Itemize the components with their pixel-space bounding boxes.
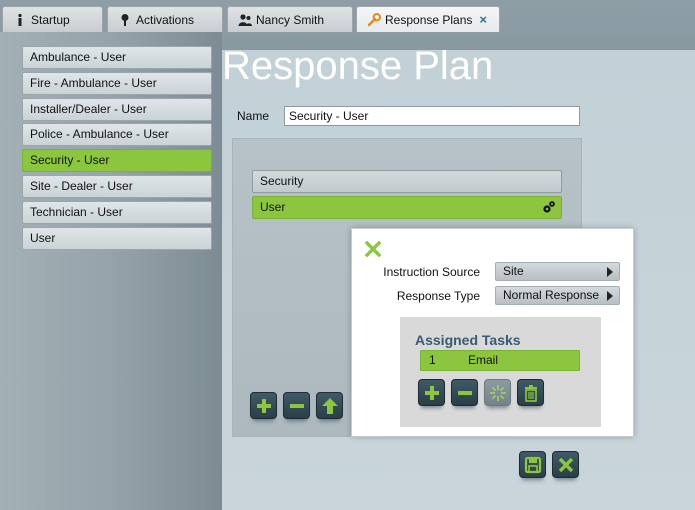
group-item-label: User <box>260 200 286 214</box>
minus-icon <box>457 390 472 395</box>
instruction-source-value: Site <box>503 264 524 278</box>
plan-item-ambulance-user[interactable]: Ambulance - User <box>22 46 212 69</box>
response-type-value: Normal Response <box>503 288 600 302</box>
cancel-button[interactable] <box>552 451 579 478</box>
arrow-up-icon <box>321 397 338 414</box>
pin-icon <box>118 13 132 27</box>
plan-item-security-user[interactable]: Security - User <box>22 149 212 172</box>
minus-icon <box>289 403 304 408</box>
add-task-button[interactable] <box>418 379 445 406</box>
assigned-tasks-panel: Assigned Tasks 1 Email <box>400 317 601 427</box>
task-row[interactable]: 1 Email <box>420 350 580 371</box>
arrow-right-icon <box>607 267 613 277</box>
tab-nancy-smith[interactable]: Nancy Smith <box>227 6 353 32</box>
group-item-user[interactable]: User <box>252 196 562 219</box>
trash-icon <box>524 384 537 402</box>
close-tab-icon[interactable]: × <box>479 12 487 27</box>
plan-item-fire-ambulance-user[interactable]: Fire - Ambulance - User <box>22 72 212 95</box>
plus-icon <box>424 385 439 400</box>
close-icon <box>558 457 573 472</box>
task-number: 1 <box>429 353 436 367</box>
instruction-source-dropdown[interactable]: Site <box>495 262 620 281</box>
instruction-source-label: Instruction Source <box>383 265 480 279</box>
tab-label: Response Plans <box>385 12 473 27</box>
tab-label: Activations <box>136 12 195 27</box>
sparkle-icon <box>489 384 506 401</box>
tab-activations[interactable]: Activations <box>107 6 223 32</box>
save-button[interactable] <box>519 451 546 478</box>
plan-item-site-dealer-user[interactable]: Site - Dealer - User <box>22 175 212 198</box>
remove-group-button[interactable] <box>283 392 310 419</box>
save-icon <box>524 456 541 473</box>
users-icon <box>238 13 252 27</box>
response-type-label: Response Type <box>396 289 480 303</box>
task-name: Email <box>468 353 499 367</box>
wrench-icon <box>367 12 381 27</box>
info-icon <box>13 13 27 27</box>
move-up-button[interactable] <box>316 392 343 419</box>
plan-item-police-ambulance-user[interactable]: Police - Ambulance - User <box>22 123 212 146</box>
delete-task-button[interactable] <box>517 379 544 406</box>
tab-response-plans[interactable]: Response Plans × <box>356 6 500 32</box>
plan-item-installer-dealer-user[interactable]: Installer/Dealer - User <box>22 98 212 121</box>
plan-item-user[interactable]: User <box>22 227 212 250</box>
plus-icon <box>256 398 271 413</box>
response-type-dropdown[interactable]: Normal Response <box>495 286 620 305</box>
close-icon[interactable] <box>365 241 381 257</box>
tab-startup[interactable]: Startup <box>2 6 103 32</box>
plan-item-technician-user[interactable]: Technician - User <box>22 201 212 224</box>
tab-label: Nancy Smith <box>256 12 325 27</box>
assigned-tasks-title: Assigned Tasks <box>415 332 521 348</box>
add-group-button[interactable] <box>250 392 277 419</box>
name-label: Name <box>237 109 270 123</box>
arrow-right-icon <box>607 291 613 301</box>
remove-task-button[interactable] <box>451 379 478 406</box>
page-title: Response Plan <box>222 44 494 88</box>
group-settings-popup: Instruction Source Site Response Type No… <box>351 228 634 437</box>
name-input[interactable] <box>284 106 580 126</box>
tab-label: Startup <box>31 12 70 27</box>
edit-task-button[interactable] <box>484 379 511 406</box>
gears-icon[interactable] <box>542 200 556 214</box>
group-item-security[interactable]: Security <box>252 170 562 193</box>
